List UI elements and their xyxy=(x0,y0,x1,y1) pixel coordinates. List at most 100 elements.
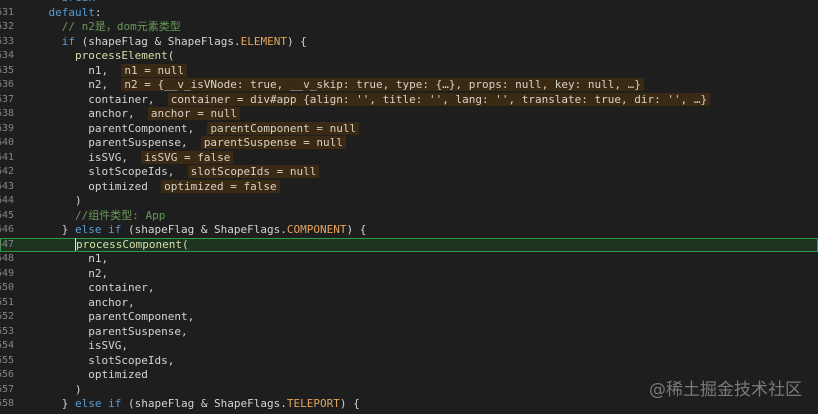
code-line[interactable]: 645 //组件类型: App xyxy=(0,209,818,224)
inline-debug-value[interactable]: optimized = false xyxy=(161,179,280,193)
line-number[interactable]: 643 xyxy=(0,180,14,195)
code-line[interactable]: 644 ) xyxy=(0,194,818,209)
line-number[interactable]: 639 xyxy=(0,122,14,137)
line-number[interactable]: 651 xyxy=(0,296,14,311)
code-line[interactable]: 640 parentSuspense, parentSuspense = nul… xyxy=(0,136,818,151)
line-number[interactable]: 657 xyxy=(0,383,14,398)
line-number[interactable]: 654 xyxy=(0,339,14,354)
line-number[interactable]: 637 xyxy=(0,93,14,108)
code-token: slotScopeIds, xyxy=(22,353,175,367)
line-number[interactable]: 647 xyxy=(0,238,14,253)
code-line[interactable]: 636 n2, n2 = {__v_isVNode: true, __v_ski… xyxy=(0,78,818,93)
code-token: ) { xyxy=(339,397,360,410)
line-number[interactable]: 631 xyxy=(0,6,14,21)
code-text: optimized optimized = false xyxy=(22,179,280,195)
code-line[interactable]: 632 // n2是，dom元素类型 xyxy=(0,20,818,35)
code-line[interactable]: 646 } else if (shapeFlag & ShapeFlags.CO… xyxy=(0,223,818,238)
code-token: slotScopeIds, xyxy=(22,165,188,178)
inline-debug-value[interactable]: container = div#app {align: '', title: '… xyxy=(167,92,711,106)
code-line[interactable]: 653 parentSuspense, xyxy=(0,325,818,340)
code-line[interactable]: 638 anchor, anchor = null xyxy=(0,107,818,122)
line-number[interactable]: 636 xyxy=(0,78,14,93)
line-number[interactable]: 656 xyxy=(0,368,14,383)
code-line[interactable]: 642 slotScopeIds, slotScopeIds = null xyxy=(0,165,818,180)
code-token: anchor, xyxy=(22,295,135,309)
code-token: processComponent xyxy=(74,237,182,251)
code-text: n2, n2 = {__v_isVNode: true, __v_skip: t… xyxy=(22,78,644,93)
inline-debug-value[interactable]: slotScopeIds = null xyxy=(187,165,320,178)
code-line[interactable]: 651 anchor, xyxy=(0,296,818,311)
code-line[interactable]: 635 n1, n1 = null xyxy=(0,63,818,79)
inline-debug-value[interactable]: parentSuspense = null xyxy=(200,136,346,149)
code-token: ) xyxy=(22,194,82,207)
line-number[interactable]: 644 xyxy=(0,194,14,209)
inline-debug-value[interactable]: isSVG = false xyxy=(141,150,234,164)
code-line[interactable]: 634 processElement( xyxy=(0,49,818,64)
code-line[interactable]: 655 slotScopeIds, xyxy=(0,354,818,369)
code-line[interactable]: 631 default: xyxy=(0,6,818,21)
code-text: slotScopeIds, slotScopeIds = null xyxy=(22,165,320,180)
code-token: anchor, xyxy=(22,107,148,120)
line-number[interactable]: 658 xyxy=(0,397,14,412)
code-token: n2, xyxy=(22,78,122,91)
code-line[interactable]: 654 isSVG, xyxy=(0,339,818,354)
line-number[interactable]: 633 xyxy=(0,35,14,50)
line-number[interactable]: 653 xyxy=(0,325,14,340)
code-line[interactable]: 643 optimized optimized = false xyxy=(0,179,818,195)
code-token: (shapeFlag & ShapeFlags. xyxy=(121,397,287,410)
code-token: : xyxy=(94,5,102,19)
code-token: (shapeFlag & ShapeFlags. xyxy=(75,34,241,48)
line-number[interactable]: 641 xyxy=(0,151,14,166)
line-number[interactable]: 634 xyxy=(0,49,14,64)
inline-debug-value[interactable]: n2 = {__v_isVNode: true, __v_skip: true,… xyxy=(121,78,644,91)
code-token: parentSuspense, xyxy=(22,136,201,149)
code-token: parentSuspense, xyxy=(22,324,188,338)
line-number[interactable]: 635 xyxy=(0,64,14,79)
code-token: n1, xyxy=(22,63,122,77)
code-line[interactable]: 648 n1, xyxy=(0,252,818,267)
code-token: } xyxy=(22,223,75,236)
current-debug-line[interactable]: 647 processComponent( xyxy=(0,237,818,253)
code-token: ) { xyxy=(346,223,367,236)
line-number[interactable]: 650 xyxy=(0,281,14,296)
code-line[interactable]: 639 parentComponent, parentComponent = n… xyxy=(0,121,818,137)
line-number[interactable]: 646 xyxy=(0,223,14,238)
code-keyword: else if xyxy=(74,223,122,236)
code-line[interactable]: 649 n2, xyxy=(0,267,818,282)
code-token: parentComponent, xyxy=(22,310,195,323)
code-line[interactable]: 637 container, container = div#app {alig… xyxy=(0,92,818,108)
inline-debug-value[interactable]: anchor = null xyxy=(147,107,240,120)
line-number[interactable]: 648 xyxy=(0,252,14,267)
code-token: processElement xyxy=(74,49,168,62)
line-number[interactable]: 652 xyxy=(0,310,14,325)
code-line[interactable]: 641 isSVG, isSVG = false xyxy=(0,150,818,166)
code-text: anchor, xyxy=(22,295,135,311)
line-number[interactable]: 640 xyxy=(0,136,14,151)
code-text: } else if (shapeFlag & ShapeFlags.TELEPO… xyxy=(22,397,360,412)
code-line[interactable]: 652 parentComponent, xyxy=(0,310,818,325)
code-keyword: if xyxy=(61,34,75,48)
line-number[interactable]: 645 xyxy=(0,209,14,224)
code-token: TELEPORT xyxy=(286,397,340,410)
line-number[interactable]: 638 xyxy=(0,107,14,122)
line-number[interactable]: 642 xyxy=(0,165,14,180)
code-text: } else if (shapeFlag & ShapeFlags.COMPON… xyxy=(22,223,367,238)
inline-debug-value[interactable]: n1 = null xyxy=(121,63,187,77)
code-token: ELEMENT xyxy=(240,34,287,48)
line-number[interactable]: 632 xyxy=(0,20,14,35)
code-token: ) { xyxy=(286,34,307,48)
code-line[interactable]: 650 container, xyxy=(0,281,818,296)
line-number[interactable]: 649 xyxy=(0,267,14,282)
code-editor[interactable]: 630 break631 default:632 // n2是，dom元素类型6… xyxy=(0,0,818,412)
code-comment: // n2是，dom元素类型 xyxy=(61,20,181,33)
inline-debug-value[interactable]: parentComponent = null xyxy=(207,121,360,135)
code-token: n1, xyxy=(22,252,109,265)
code-token: container, xyxy=(22,281,155,294)
code-line[interactable]: 633 if (shapeFlag & ShapeFlags.ELEMENT) … xyxy=(0,35,818,50)
line-number[interactable]: 655 xyxy=(0,354,14,369)
code-text: processElement( xyxy=(22,49,174,64)
